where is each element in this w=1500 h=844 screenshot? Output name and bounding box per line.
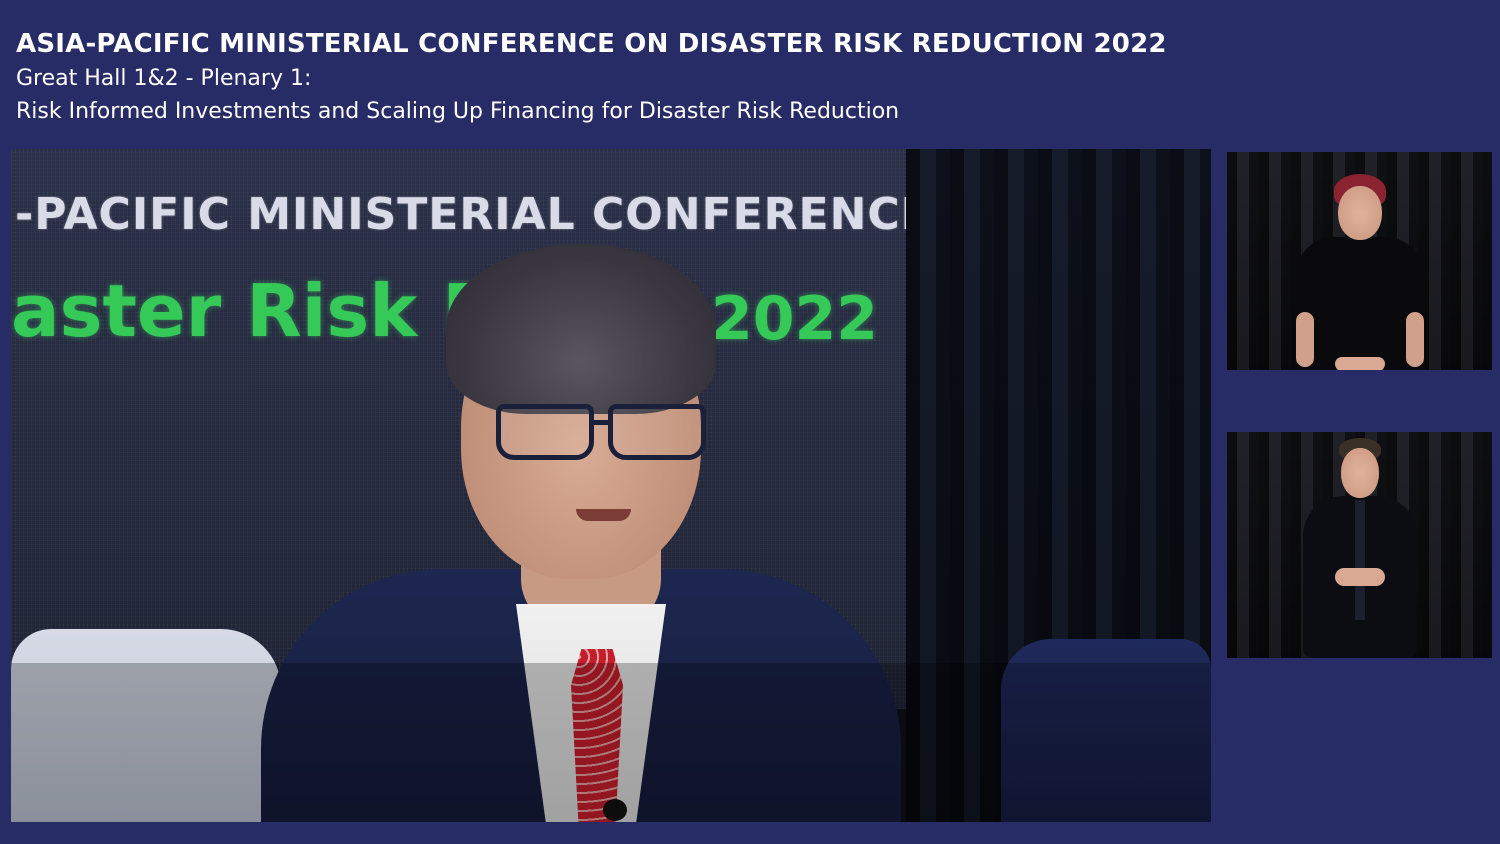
glasses-lens-right xyxy=(608,404,706,460)
caption-area-shade xyxy=(11,663,1211,822)
interpreter-2-figure xyxy=(1295,438,1425,658)
conference-title: ASIA-PACIFIC MINISTERIAL CONFERENCE ON D… xyxy=(16,29,1167,59)
page: ASIA-PACIFIC MINISTERIAL CONFERENCE ON D… xyxy=(0,0,1500,844)
main-video-feed[interactable]: -PACIFIC MINISTERIAL CONFERENCE ON aster… xyxy=(11,149,1211,822)
header: ASIA-PACIFIC MINISTERIAL CONFERENCE ON D… xyxy=(16,26,1167,128)
sign-interpreter-video-2[interactable] xyxy=(1227,432,1492,658)
speaker-mouth xyxy=(576,509,631,521)
interpreter-1-hands xyxy=(1334,357,1385,370)
interpreter-2-hands xyxy=(1334,568,1385,586)
interpreter-1-face xyxy=(1337,186,1382,240)
speaker-hair xyxy=(446,244,716,414)
sign-interpreter-video-1[interactable] xyxy=(1227,152,1492,370)
interpreter-1-arm-left xyxy=(1295,312,1314,367)
session-location: Great Hall 1&2 - Plenary 1: xyxy=(16,66,312,91)
session-title: Risk Informed Investments and Scaling Up… xyxy=(16,99,900,124)
interpreter-2-face xyxy=(1340,448,1379,498)
interpreter-2-tie xyxy=(1354,500,1365,620)
interpreter-1-figure xyxy=(1290,172,1430,370)
interpreter-1-arm-right xyxy=(1405,312,1424,367)
speaker-glasses xyxy=(496,404,706,460)
glasses-lens-left xyxy=(496,404,594,460)
